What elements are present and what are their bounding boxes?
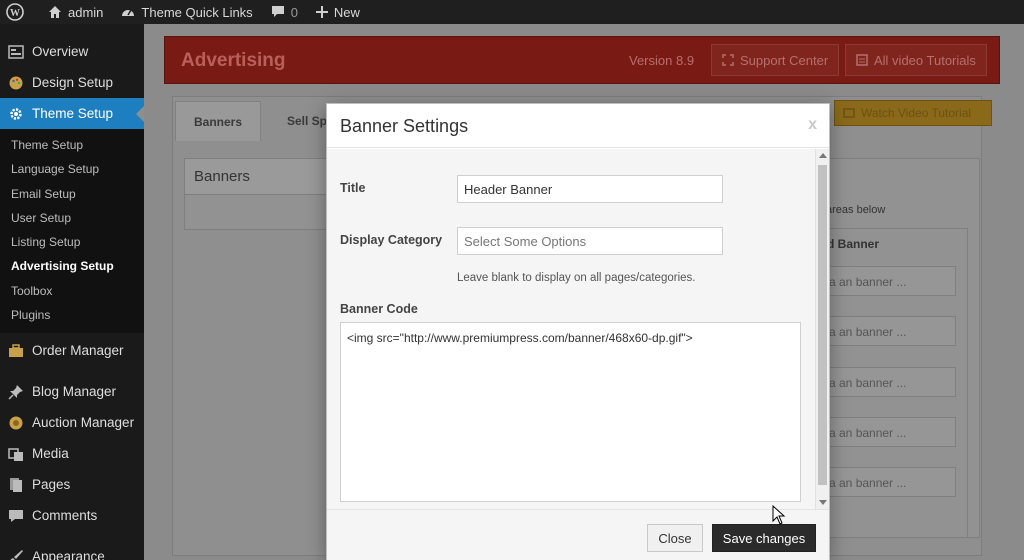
video-icon (843, 108, 855, 118)
sidebar-item-label: Overview (32, 44, 89, 59)
comment-bubble-icon (271, 6, 284, 17)
modal-title: Banner Settings (340, 116, 469, 136)
support-center-button[interactable]: Support Center (711, 44, 840, 76)
modal-footer: Close Save changes (327, 509, 829, 560)
sidebar-item-label: Design Setup (32, 75, 114, 90)
sidebar-item-label: Auction Manager (32, 415, 135, 431)
sidebar-item-label: Comments (32, 508, 98, 524)
add-banner-slot[interactable]: a an banner ... (820, 266, 956, 296)
sidebar-item-auction-manager[interactable]: Auction Manager (0, 407, 144, 438)
display-category-label: Display Category (340, 233, 443, 247)
dashboard-icon (8, 44, 24, 59)
new-content-link[interactable]: New (315, 4, 360, 20)
admin-sidebar: Overview Design Setup Theme Setup Theme … (0, 24, 144, 560)
page-title: Advertising (181, 50, 286, 71)
sidebar-item-media[interactable]: Media (0, 438, 144, 469)
sidebar-item-label: Appearance (32, 549, 105, 560)
sidebar-item-label: Blog Manager (32, 384, 117, 400)
submenu-item-toolbox[interactable]: Toolbox (0, 279, 144, 303)
submenu-item-theme-setup[interactable]: Theme Setup (0, 133, 144, 157)
sidebar-item-label: Pages (32, 477, 71, 493)
add-banner-slot[interactable]: a an banner ... (820, 417, 956, 447)
submenu-item-listing-setup[interactable]: Listing Setup (0, 230, 144, 254)
tab-banners[interactable]: Banners (175, 101, 262, 141)
pin-icon (8, 384, 23, 400)
banner-settings-modal: Banner Settings x Title Display Category… (326, 103, 830, 560)
gear-icon (10, 107, 22, 120)
add-banner-slot[interactable]: a an banner ... (820, 467, 956, 497)
scroll-down-icon[interactable] (819, 500, 827, 505)
modal-scrollbar[interactable] (815, 149, 829, 509)
add-banner-slot[interactable]: a an banner ... (820, 316, 956, 346)
sidebar-item-order-manager[interactable]: Order Manager (0, 335, 144, 366)
pages-icon (10, 477, 22, 492)
submenu-item-email-setup[interactable]: Email Setup (0, 182, 144, 206)
submenu-item-user-setup[interactable]: User Setup (0, 206, 144, 230)
sidebar-item-pages[interactable]: Pages (0, 469, 144, 500)
title-label: Title (340, 181, 366, 195)
version-label: Version 8.9 (629, 53, 695, 68)
add-banner-slot[interactable]: a an banner ... (820, 367, 956, 397)
admin-bar: W admin Theme Quick Links 0 New (0, 0, 1024, 24)
comments-count: 0 (290, 4, 298, 20)
page-header: Advertising Version 8.9 Support Center A… (164, 36, 1000, 84)
scroll-thumb[interactable] (818, 165, 827, 485)
comment-icon (9, 509, 23, 522)
sidebar-item-label: Media (32, 446, 69, 462)
site-name-label: admin (68, 4, 104, 20)
brush-icon (10, 549, 23, 560)
submenu-item-language-setup[interactable]: Language Setup (0, 157, 144, 181)
submenu-item-advertising-setup[interactable]: Advertising Setup (0, 254, 144, 278)
modal-close-icon[interactable]: x (808, 116, 817, 134)
submenu-item-plugins[interactable]: Plugins (0, 303, 144, 327)
svg-text:W: W (10, 8, 20, 19)
sidebar-item-appearance[interactable]: Appearance (0, 541, 144, 560)
new-label: New (333, 4, 360, 20)
banner-areas-note: areas below (826, 204, 886, 216)
quick-links-label: Theme Quick Links (141, 4, 253, 20)
comments-link[interactable]: 0 (271, 5, 298, 20)
display-category-help: Leave blank to display on all pages/cate… (457, 272, 696, 284)
theme-quick-links-link[interactable]: Theme Quick Links (121, 4, 253, 20)
sidebar-item-label: Theme Setup (32, 106, 114, 121)
modal-body: Title Display Category Leave blank to di… (327, 149, 829, 509)
gauge-icon (122, 9, 135, 16)
banner-column-header: d Banner (827, 237, 880, 251)
video-tutorials-button[interactable]: All video Tutorials (845, 44, 987, 76)
display-category-select[interactable] (457, 227, 723, 255)
list-icon (856, 54, 868, 66)
briefcase-icon (9, 344, 23, 357)
sidebar-item-comments[interactable]: Comments (0, 500, 144, 531)
banner-code-label: Banner Code (340, 302, 418, 316)
site-name-link[interactable]: admin (48, 5, 103, 20)
plus-icon (315, 6, 328, 18)
scroll-up-icon[interactable] (819, 153, 827, 158)
banner-code-textarea[interactable]: <img src="http://www.premiumpress.com/ba… (340, 322, 801, 502)
mouse-cursor-icon (772, 505, 786, 525)
palette-icon (9, 76, 23, 89)
sidebar-item-overview[interactable]: Overview (0, 36, 144, 67)
sidebar-item-blog-manager[interactable]: Blog Manager (0, 376, 144, 407)
modal-header: Banner Settings x (327, 104, 829, 148)
theme-setup-submenu: Theme Setup Language Setup Email Setup U… (0, 129, 144, 334)
auction-icon (9, 416, 23, 430)
media-icon (8, 448, 23, 461)
save-changes-button[interactable]: Save changes (712, 524, 816, 552)
sidebar-item-design-setup[interactable]: Design Setup (0, 67, 144, 98)
sidebar-item-theme-setup[interactable]: Theme Setup (0, 98, 144, 129)
title-input[interactable] (457, 175, 723, 203)
watch-video-tutorial-button[interactable]: Watch Video Tutorial (834, 100, 992, 126)
close-button[interactable]: Close (647, 524, 703, 552)
home-icon (49, 6, 61, 18)
wordpress-logo-icon[interactable]: W (6, 3, 30, 21)
expand-icon (722, 54, 734, 66)
sidebar-item-label: Order Manager (32, 343, 124, 359)
